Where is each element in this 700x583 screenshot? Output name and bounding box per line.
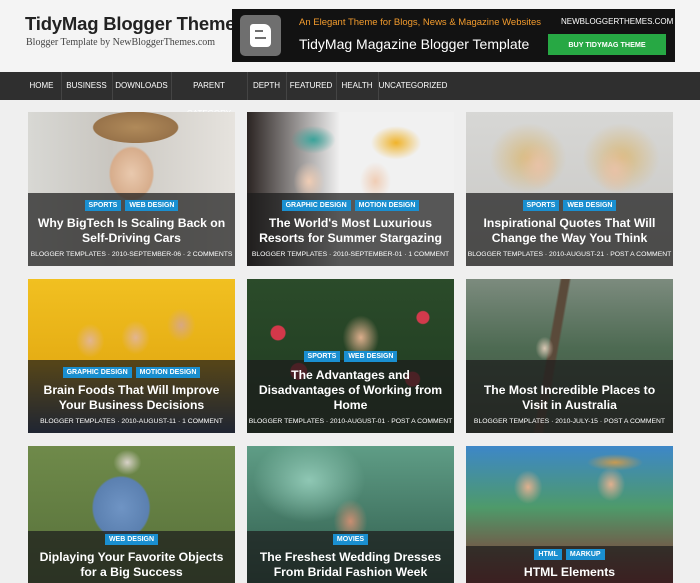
post-title[interactable]: HTML Elements (472, 565, 667, 580)
post-card[interactable]: The Most Incredible Places to Visit in A… (466, 279, 673, 433)
site-title[interactable]: TidyMag Blogger Theme (25, 13, 235, 35)
site-header: TidyMag Blogger Theme Blogger Template b… (0, 0, 700, 72)
post-card[interactable]: WEB DESIGN Diplaying Your Favorite Objec… (28, 446, 235, 583)
post-author[interactable]: BLOGGER TEMPLATES (31, 251, 106, 258)
post-date: 2010-SEPTEMBER-06 (111, 251, 182, 258)
banner-title: TidyMag Magazine Blogger Template (299, 36, 530, 52)
tag-label[interactable]: SPORTS (84, 200, 122, 211)
post-author[interactable]: BLOGGER TEMPLATES (474, 418, 549, 425)
post-title[interactable]: The Freshest Wedding Dresses From Bridal… (253, 550, 448, 580)
nav-item-business[interactable]: BUSINESS (61, 72, 113, 100)
post-tags: GRAPHIC DESIGN MOTION DESIGN (247, 200, 454, 211)
post-tags: GRAPHIC DESIGN MOTION DESIGN (28, 367, 235, 378)
post-author[interactable]: BLOGGER TEMPLATES (249, 418, 324, 425)
nav-item-downloads[interactable]: DOWNLOADS (112, 72, 172, 100)
post-date: 2010-SEPTEMBER-01 (333, 251, 403, 258)
tag-label[interactable]: WEB DESIGN (344, 351, 398, 362)
post-tags: MOVIES (247, 534, 454, 545)
post-meta: BLOGGER TEMPLATES · 2010-AUGUST-21 · POS… (467, 251, 672, 258)
post-date: 2010-JULY-15 (555, 418, 598, 425)
tag-label[interactable]: SPORTS (303, 351, 341, 362)
main-navigation: HOME BUSINESS DOWNLOADS PARENT CATEGORY … (0, 72, 700, 118)
post-meta: BLOGGER TEMPLATES · 2010-SEPTEMBER-06 · … (30, 251, 233, 258)
nav-item-depth[interactable]: DEPTH (247, 72, 287, 100)
post-title[interactable]: Why BigTech Is Scaling Back on Self-Driv… (34, 216, 229, 246)
nav-item-health[interactable]: HEALTH (336, 72, 379, 100)
post-card[interactable]: MOVIES The Freshest Wedding Dresses From… (247, 446, 454, 583)
tag-label[interactable]: MOTION DESIGN (135, 367, 201, 378)
ad-banner[interactable]: An Elegant Theme for Blogs, News & Magaz… (232, 9, 675, 62)
buy-theme-button[interactable]: BUY TIDYMAG THEME (548, 34, 666, 55)
post-meta: BLOGGER TEMPLATES · 2010-AUGUST-01 · POS… (248, 418, 453, 425)
nav-item-uncategorized[interactable]: UNCATEGORIZED (378, 72, 448, 100)
post-card[interactable]: GRAPHIC DESIGN MOTION DESIGN The World's … (247, 112, 454, 266)
post-comments[interactable]: 1 COMMENT (408, 251, 449, 258)
post-title[interactable]: The Advantages and Disadvantages of Work… (253, 368, 448, 413)
post-title[interactable]: Inspirational Quotes That Will Change th… (472, 216, 667, 246)
post-title[interactable]: The Most Incredible Places to Visit in A… (472, 383, 667, 413)
post-tags: SPORTS WEB DESIGN (247, 351, 454, 362)
nav-item-home[interactable]: HOME (22, 72, 62, 100)
tag-label[interactable]: WEB DESIGN (563, 200, 617, 211)
post-author[interactable]: BLOGGER TEMPLATES (40, 418, 115, 425)
banner-site-link[interactable]: NEWBLOGGERTHEMES.COM (561, 17, 673, 26)
post-card[interactable]: HTML MARKUP HTML Elements (466, 446, 673, 583)
tag-label[interactable]: MOTION DESIGN (354, 200, 420, 211)
post-comments[interactable]: POST A COMMENT (604, 418, 665, 425)
tag-label[interactable]: WEB DESIGN (125, 200, 179, 211)
post-tags: SPORTS WEB DESIGN (28, 200, 235, 211)
post-meta: BLOGGER TEMPLATES · 2010-AUGUST-11 · 1 C… (40, 418, 223, 425)
tag-label[interactable]: GRAPHIC DESIGN (281, 200, 351, 211)
post-author[interactable]: BLOGGER TEMPLATES (252, 251, 327, 258)
post-comments[interactable]: POST A COMMENT (391, 418, 452, 425)
banner-tagline: An Elegant Theme for Blogs, News & Magaz… (299, 17, 542, 28)
post-tags: WEB DESIGN (28, 534, 235, 545)
tag-label[interactable]: MARKUP (565, 549, 605, 560)
post-meta: BLOGGER TEMPLATES · 2010-JULY-15 · POST … (473, 418, 666, 425)
post-comments[interactable]: 1 COMMENT (182, 418, 223, 425)
tag-label[interactable]: MOVIES (332, 534, 369, 545)
tag-label[interactable]: WEB DESIGN (104, 534, 159, 545)
post-date: 2010-AUGUST-01 (330, 418, 386, 425)
site-description: Blogger Template by NewBloggerThemes.com (26, 37, 216, 48)
blogger-logo-icon (240, 15, 281, 56)
post-title[interactable]: The World's Most Luxurious Resorts for S… (253, 216, 448, 246)
post-comments[interactable]: 2 COMMENTS (187, 251, 232, 258)
post-title[interactable]: Brain Foods That Will Improve Your Busin… (34, 383, 229, 413)
post-author[interactable]: BLOGGER TEMPLATES (468, 251, 543, 258)
nav-item-featured[interactable]: FEATURED (286, 72, 337, 100)
post-date: 2010-AUGUST-21 (549, 251, 605, 258)
post-card[interactable]: GRAPHIC DESIGN MOTION DESIGN Brain Foods … (28, 279, 235, 433)
post-card[interactable]: SPORTS WEB DESIGN The Advantages and Disa… (247, 279, 454, 433)
post-card[interactable]: SPORTS WEB DESIGN Inspirational Quotes Th… (466, 112, 673, 266)
post-tags: SPORTS WEB DESIGN (466, 200, 673, 211)
tag-label[interactable]: GRAPHIC DESIGN (62, 367, 132, 378)
post-comments[interactable]: POST A COMMENT (610, 251, 671, 258)
post-date: 2010-AUGUST-11 (121, 418, 177, 425)
post-meta: BLOGGER TEMPLATES · 2010-SEPTEMBER-01 · … (251, 251, 450, 258)
tag-label[interactable]: HTML (534, 549, 562, 560)
nav-item-parent-category[interactable]: PARENT CATEGORY (171, 72, 248, 118)
post-card[interactable]: SPORTS WEB DESIGN Why BigTech Is Scaling … (28, 112, 235, 266)
post-title[interactable]: Diplaying Your Favorite Objects for a Bi… (34, 550, 229, 580)
post-tags: HTML MARKUP (466, 549, 673, 560)
tag-label[interactable]: SPORTS (522, 200, 560, 211)
